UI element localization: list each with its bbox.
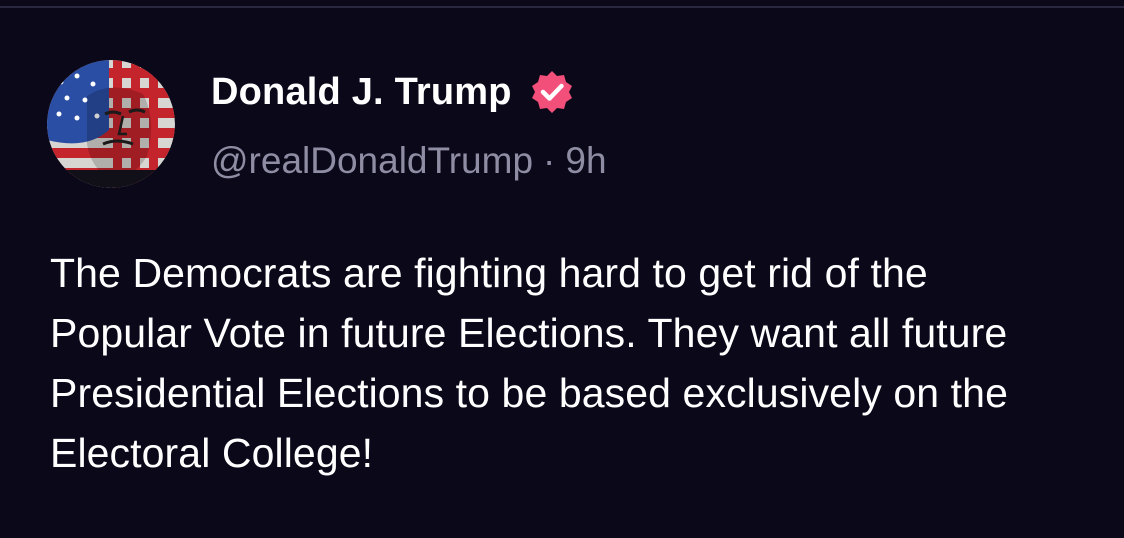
author-handle[interactable]: @realDonaldTrump [211,140,533,182]
author-name-row: Donald J. Trump [211,68,576,116]
meta-separator: · [543,140,556,181]
author-meta-row: @realDonaldTrump · 9h [211,137,607,185]
avatar[interactable] [47,60,175,188]
post-card[interactable]: Donald J. Trump @realDonaldTrump · 9h Th… [0,0,1124,538]
post-body-text: The Democrats are fighting hard to get r… [50,250,1008,476]
post-timestamp[interactable]: 9h [565,140,606,182]
verified-badge-icon [531,71,572,113]
author-display-name[interactable]: Donald J. Trump [211,71,512,114]
flag-face-avatar-icon [47,60,175,188]
